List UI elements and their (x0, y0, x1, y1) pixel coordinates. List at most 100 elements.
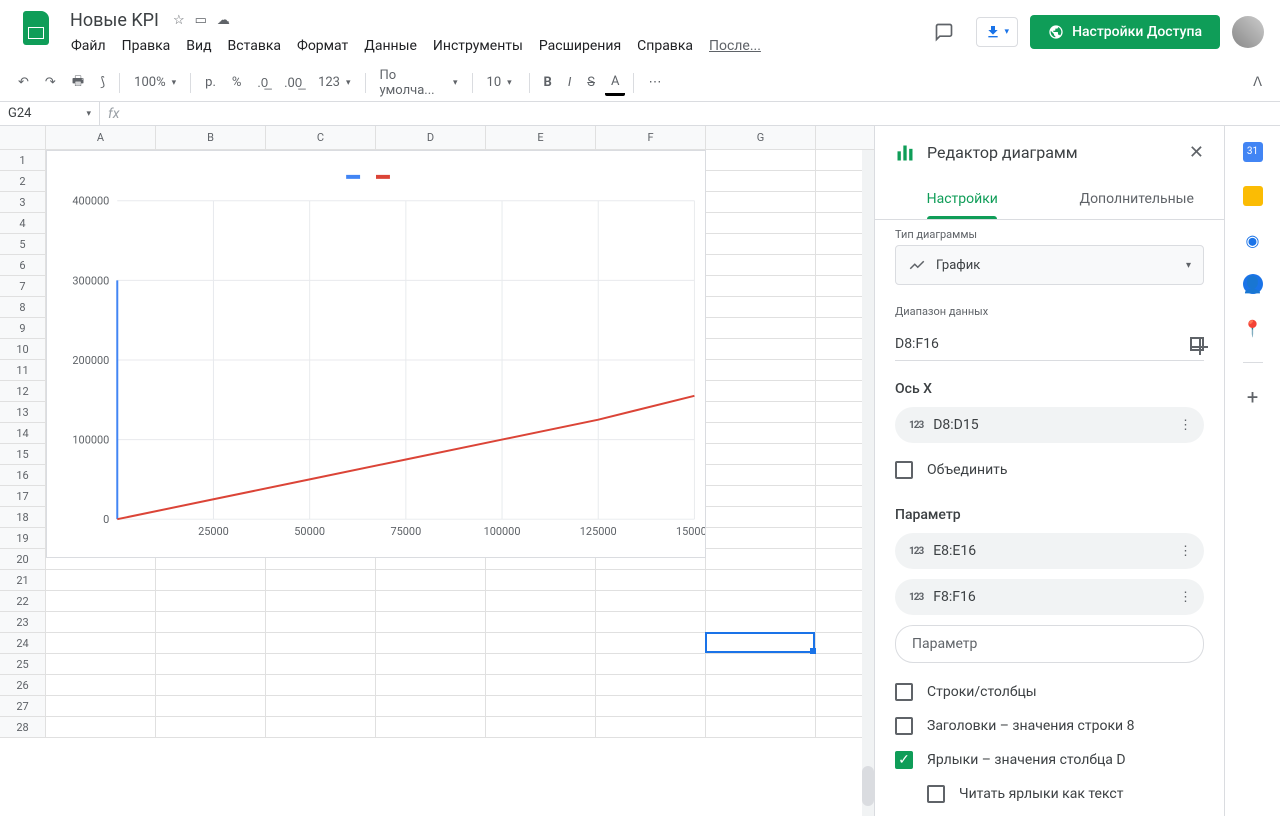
cell[interactable] (706, 297, 816, 317)
cell[interactable] (156, 654, 266, 674)
more-button[interactable]: ⋯ (642, 71, 667, 94)
cell[interactable] (596, 591, 706, 611)
grid-select-icon[interactable] (1190, 337, 1204, 351)
row-header[interactable]: 11 (0, 360, 46, 380)
cell[interactable] (706, 192, 816, 212)
cell[interactable] (706, 171, 816, 191)
row-header[interactable]: 27 (0, 696, 46, 716)
cell[interactable] (596, 696, 706, 716)
cell[interactable] (486, 654, 596, 674)
row-header[interactable]: 7 (0, 276, 46, 296)
cell[interactable] (706, 318, 816, 338)
row-header[interactable]: 24 (0, 633, 46, 653)
cell[interactable] (706, 255, 816, 275)
cell[interactable] (706, 234, 816, 254)
undo-button[interactable]: ↶ (12, 71, 35, 94)
close-icon[interactable]: ✕ (1189, 142, 1204, 163)
cell[interactable] (706, 570, 816, 590)
cell[interactable] (706, 633, 816, 653)
cell[interactable] (596, 633, 706, 653)
tab-setup[interactable]: Настройки (875, 179, 1050, 219)
series-chip[interactable]: 123F8:F16⋮ (895, 579, 1204, 615)
cell[interactable] (706, 213, 816, 233)
cell[interactable] (376, 633, 486, 653)
cell[interactable] (486, 696, 596, 716)
data-range-input[interactable]: D8:F16 (895, 336, 1182, 352)
present-button[interactable]: ▾ (976, 17, 1019, 47)
chip-menu-icon[interactable]: ⋮ (1179, 544, 1192, 559)
document-title[interactable]: Новые KPI (64, 8, 165, 33)
cell[interactable] (46, 612, 156, 632)
cell[interactable] (596, 675, 706, 695)
switch-rowcol-checkbox[interactable] (895, 683, 913, 701)
cell[interactable] (486, 717, 596, 737)
cell[interactable] (376, 696, 486, 716)
series-chip[interactable]: 123E8:E16⋮ (895, 533, 1204, 569)
tasks-icon[interactable]: ◉ (1243, 230, 1263, 250)
cell[interactable] (706, 654, 816, 674)
row-header[interactable]: 18 (0, 507, 46, 527)
cell[interactable] (266, 633, 376, 653)
cell[interactable] (46, 570, 156, 590)
decimal-dec-button[interactable]: .0̲ (251, 71, 274, 95)
row-header[interactable]: 28 (0, 717, 46, 737)
chip-menu-icon[interactable]: ⋮ (1179, 590, 1192, 605)
collapse-icon[interactable]: ᐱ (1247, 71, 1268, 94)
menu-Вставка[interactable]: Вставка (221, 34, 288, 58)
row-header[interactable]: 1 (0, 150, 46, 170)
vertical-scrollbar[interactable] (862, 150, 874, 816)
row-header[interactable]: 4 (0, 213, 46, 233)
embedded-chart[interactable]: 0100000200000300000400000250005000075000… (46, 150, 706, 558)
cell[interactable] (376, 591, 486, 611)
last-edit[interactable]: После... (702, 34, 768, 58)
row-header[interactable]: 15 (0, 444, 46, 464)
cell[interactable] (706, 402, 816, 422)
row-header[interactable]: 12 (0, 381, 46, 401)
row-header[interactable]: 21 (0, 570, 46, 590)
row-header[interactable]: 6 (0, 255, 46, 275)
menu-Формат[interactable]: Формат (290, 34, 355, 58)
menu-Вид[interactable]: Вид (179, 34, 218, 58)
headers-checkbox[interactable] (895, 717, 913, 735)
format-select[interactable]: 123 (312, 71, 356, 94)
cell[interactable] (706, 423, 816, 443)
cell[interactable] (266, 570, 376, 590)
percent-button[interactable]: % (226, 71, 248, 94)
xaxis-chip[interactable]: 123 D8:D15 ⋮ (895, 407, 1204, 443)
textcolor-button[interactable]: A (605, 70, 625, 96)
fontsize-select[interactable]: 10 (481, 71, 521, 94)
menu-Справка[interactable]: Справка (630, 34, 700, 58)
avatar[interactable] (1232, 16, 1264, 48)
cell[interactable] (266, 717, 376, 737)
col-header[interactable]: G (706, 126, 816, 149)
keep-icon[interactable] (1243, 186, 1263, 206)
cell[interactable] (376, 717, 486, 737)
row-header[interactable]: 19 (0, 528, 46, 548)
row-header[interactable]: 16 (0, 465, 46, 485)
tab-customize[interactable]: Дополнительные (1050, 179, 1225, 219)
col-header[interactable]: C (266, 126, 376, 149)
move-icon[interactable]: ▭ (195, 13, 207, 28)
readtext-checkbox[interactable] (927, 785, 945, 803)
comments-icon[interactable] (924, 12, 964, 52)
cell[interactable] (156, 570, 266, 590)
row-header[interactable]: 13 (0, 402, 46, 422)
cell[interactable] (46, 633, 156, 653)
cell[interactable] (486, 675, 596, 695)
cell[interactable] (486, 633, 596, 653)
row-header[interactable]: 8 (0, 297, 46, 317)
cell[interactable] (706, 444, 816, 464)
sheets-logo[interactable] (16, 8, 56, 48)
redo-button[interactable]: ↷ (39, 71, 62, 94)
cell[interactable] (376, 675, 486, 695)
cell[interactable] (596, 654, 706, 674)
cell[interactable] (486, 570, 596, 590)
zoom-select[interactable]: 100% (128, 71, 182, 94)
col-header[interactable]: A (46, 126, 156, 149)
row-header[interactable]: 20 (0, 549, 46, 569)
menu-Правка[interactable]: Правка (115, 34, 178, 58)
cell[interactable] (706, 381, 816, 401)
cell[interactable] (706, 675, 816, 695)
cell[interactable] (46, 717, 156, 737)
cell[interactable] (46, 675, 156, 695)
